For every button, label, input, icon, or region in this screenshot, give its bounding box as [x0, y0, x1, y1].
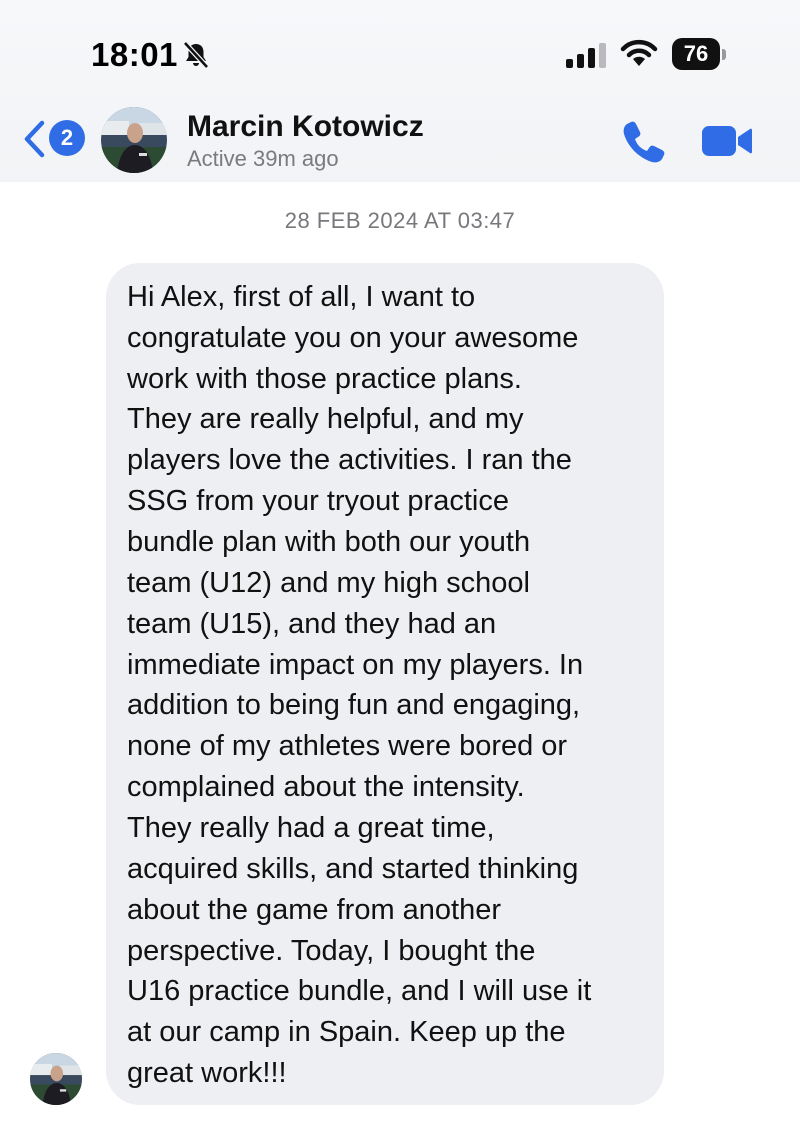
avatar-photo: [101, 107, 167, 173]
message-timestamp: 28 FEB 2024 AT 03:47: [284, 208, 516, 233]
message-line: They are really helpful, and my: [127, 403, 524, 435]
contact-name[interactable]: Marcin Kotowicz: [187, 110, 424, 144]
message-line: about the game from another: [127, 894, 502, 926]
message-line: players love the activities. I ran the: [127, 444, 572, 476]
wifi-icon: [620, 39, 658, 66]
battery-icon: 76: [672, 38, 727, 70]
status-time: 18:01: [91, 36, 178, 73]
message-line: SSG from your tryout practice: [127, 485, 509, 517]
message-line: complained about the intensity.: [127, 771, 525, 803]
message-line: team (U12) and my high school: [127, 567, 530, 599]
unread-count-badge: 2: [49, 120, 85, 156]
message-line: perspective. Today, I bought the: [127, 935, 536, 967]
message-line: bundle plan with both our youth: [127, 526, 531, 558]
message-line: great work!!!: [127, 1057, 287, 1089]
message-line: none of my athletes were bored or: [127, 730, 568, 762]
bell-slash-icon: [183, 41, 209, 69]
contact-avatar[interactable]: [101, 107, 167, 173]
message-line: immediate impact on my players. In: [127, 649, 584, 681]
message-bubble[interactable]: Hi Alex, first of all, I want to congrat…: [106, 263, 664, 1105]
message-line: addition to being fun and engaging,: [127, 689, 581, 721]
message-line: team (U15), and they had an: [127, 608, 497, 640]
message-line: They really had a great time,: [127, 812, 495, 844]
avatar-photo: [30, 1053, 82, 1105]
message-line: at our camp in Spain. Keep up the: [127, 1016, 566, 1048]
video-camera-icon[interactable]: [700, 122, 754, 160]
contact-status: Active 39m ago: [187, 146, 339, 171]
message-line: congratulate you on your awesome: [127, 322, 579, 354]
sender-avatar[interactable]: [30, 1053, 82, 1105]
cellular-signal-icon: [566, 43, 606, 68]
phone-icon[interactable]: [622, 118, 668, 164]
battery-level: 76: [672, 38, 720, 70]
message-line: work with those practice plans.: [127, 363, 522, 395]
message-line: acquired skills, and started thinking: [127, 853, 579, 885]
back-button[interactable]: 2: [22, 118, 88, 160]
message-line: Hi Alex, first of all, I want to: [127, 281, 476, 313]
header-bar: 18:01 76 2 Marcin Kotowicz Active 39m ag…: [0, 0, 800, 182]
chevron-left-icon: [24, 120, 45, 158]
message-line: U16 practice bundle, and I will use it: [127, 975, 592, 1007]
